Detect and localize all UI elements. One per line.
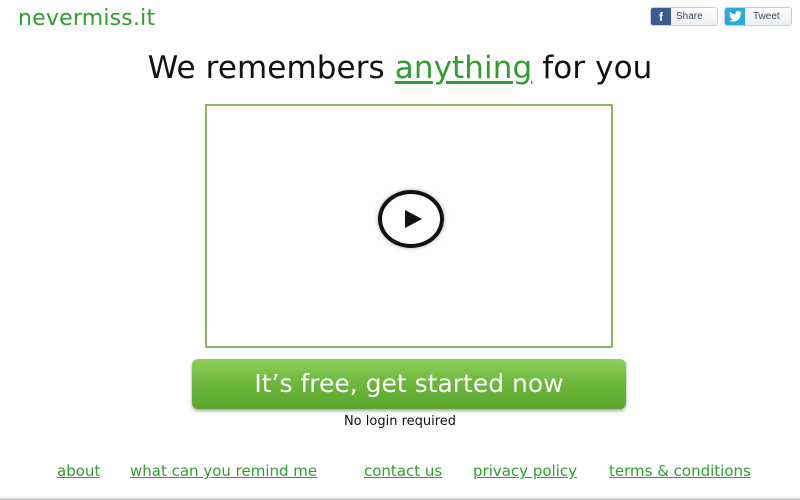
headline-after: for you — [532, 50, 653, 86]
footer-link-terms-conditions[interactable]: terms & conditions — [609, 462, 751, 480]
headline-highlight: anything — [394, 50, 533, 86]
page-headline: We remembers anything for you — [0, 50, 800, 86]
footer-link-about[interactable]: about — [57, 462, 100, 480]
twitter-tweet-button[interactable]: Tweet — [724, 7, 792, 26]
twitter-tweet-label: Tweet — [753, 11, 780, 22]
no-login-note: No login required — [343, 414, 457, 429]
play-icon[interactable] — [378, 190, 444, 248]
page: nevermiss.it f Share Tweet We remembers … — [0, 0, 800, 500]
facebook-share-button[interactable]: f Share — [650, 7, 718, 26]
video-player[interactable] — [205, 104, 613, 348]
facebook-icon: f — [651, 8, 671, 25]
footer-link-contact-us[interactable]: contact us — [364, 462, 442, 480]
footer-link-privacy-policy[interactable]: privacy policy — [473, 462, 577, 480]
site-logo[interactable]: nevermiss.it — [18, 6, 155, 31]
get-started-button[interactable]: It’s free, get started now — [192, 359, 626, 409]
social-share-bar: f Share Tweet — [650, 7, 792, 26]
headline-before: We remembers — [147, 50, 395, 86]
facebook-share-label: Share — [676, 11, 703, 22]
footer-link-what-can-you-remind-me[interactable]: what can you remind me — [130, 462, 317, 480]
twitter-bird-icon — [725, 8, 745, 25]
